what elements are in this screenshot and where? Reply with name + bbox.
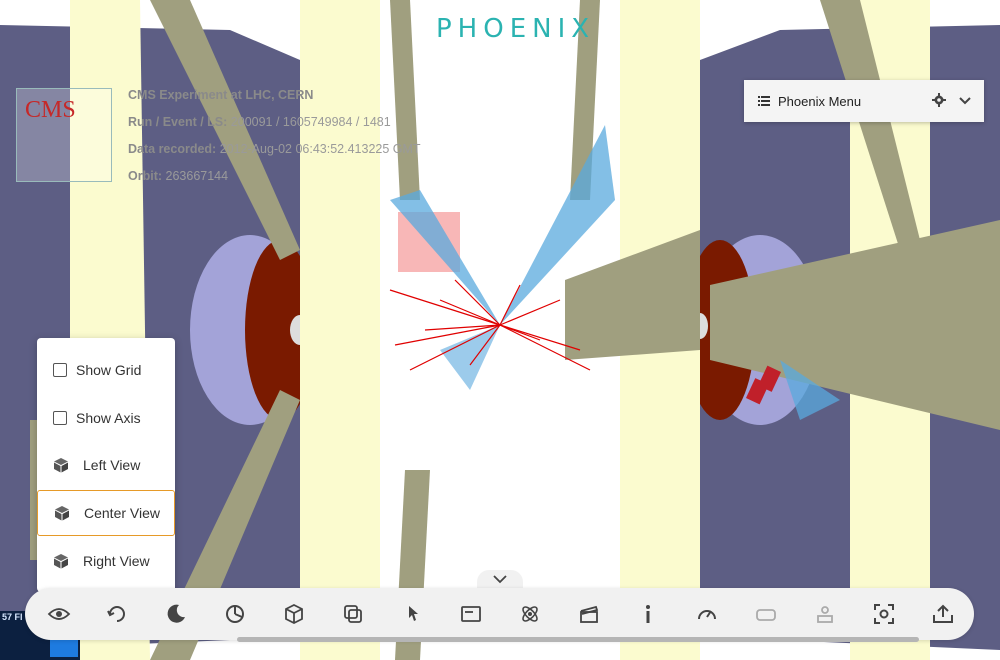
clapper-icon[interactable] [577,602,601,626]
cube-icon [55,506,69,521]
chevron-down-icon [493,575,507,584]
show-axis-option[interactable]: Show Axis [37,395,175,441]
view-options-popup: Show Grid Show Axis Left View Center Vie… [37,338,175,592]
eye-icon[interactable] [47,602,71,626]
atom-icon[interactable] [518,602,542,626]
chart-icon[interactable] [223,602,247,626]
event-info: CMS Experiment at LHC, CERN Run / Event … [128,82,421,190]
list-icon [758,96,770,106]
phoenix-logo: PHOENIX [436,14,596,44]
mini-overlay-badge [50,639,78,657]
screenshot-icon[interactable] [872,602,896,626]
ar-icon[interactable] [813,602,837,626]
show-grid-label: Show Grid [76,362,142,378]
panel-icon[interactable] [459,602,483,626]
info-icon[interactable] [636,602,660,626]
event-title: CMS Experiment at LHC, CERN [128,88,314,102]
cms-logo: CMS [16,88,112,182]
toolbar-scrollbar[interactable] [237,637,919,642]
left-view-label: Left View [83,457,141,473]
dark-mode-icon[interactable] [164,602,188,626]
cube-icon [54,458,68,473]
phoenix-menu[interactable]: Phoenix Menu [744,80,984,122]
chevron-down-icon[interactable] [958,94,972,108]
orbit-value: 263667144 [165,169,229,183]
cube-icon [54,554,68,569]
mini-overlay-text: 57 FI [2,612,23,622]
center-view-option[interactable]: Center View [37,490,175,536]
show-grid-option[interactable]: Show Grid [37,347,175,393]
gear-icon[interactable] [932,93,946,107]
left-view-option[interactable]: Left View [37,442,175,488]
data-label: Data recorded: [128,142,217,156]
right-view-label: Right View [83,553,150,569]
right-view-option[interactable]: Right View [37,538,175,584]
upload-icon[interactable] [931,602,955,626]
speedometer-icon[interactable] [695,602,719,626]
show-grid-checkbox[interactable] [53,363,67,377]
show-axis-checkbox[interactable] [53,411,67,425]
bottom-toolbar [25,588,974,640]
cube-icon[interactable] [282,602,306,626]
orbit-label: Orbit: [128,169,163,183]
rotate-icon[interactable] [105,602,129,626]
run-label: Run / Event / LS: [128,115,228,129]
layers-icon[interactable] [341,602,365,626]
phoenix-menu-label: Phoenix Menu [778,93,862,109]
toolbar-collapse-toggle[interactable] [477,570,523,590]
pointer-icon[interactable] [400,602,424,626]
center-view-label: Center View [84,505,161,521]
run-value: 200091 / 1605749984 / 1481 [230,115,391,129]
cms-logo-text: CMS [25,97,76,123]
vr-icon[interactable] [754,602,778,626]
data-value: 2012-Aug-02 06:43:52.413225 GMT [219,142,421,156]
show-axis-label: Show Axis [76,410,141,426]
